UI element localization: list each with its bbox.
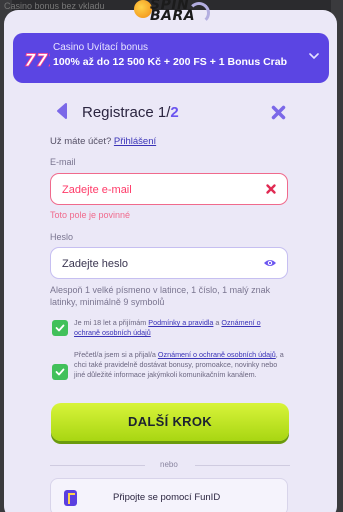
consent-marketing-before: Přečetl/a jsem si a přijal/a [74,350,158,359]
checkmark-icon [55,324,65,332]
password-label: Heslo [50,232,74,242]
funid-label: Připojte se pomocí FunID [113,492,221,503]
consent-terms-before: Je mi 18 let a přijímám [74,318,149,327]
slot-777-icon: 777 [24,51,50,72]
consent-terms-text: Je mi 18 let a přijímám Podmínky a pravi… [74,318,274,338]
chevron-down-icon[interactable] [309,51,319,61]
eye-icon[interactable] [263,258,277,268]
registration-modal: 777 Casino Uvítací bonus 100% až do 12 5… [4,10,337,512]
svg-text:777: 777 [24,51,50,71]
terms-link[interactable]: Podmínky a pravidla [148,318,213,327]
login-prompt-text: Už máte účet? [50,136,114,147]
logo-text-line2: BARA [150,8,196,24]
next-step-button[interactable]: DALŠÍ KROK [51,403,289,441]
email-input[interactable] [62,181,242,199]
funid-logo-icon [64,490,77,506]
logo-text: SPIN BARA [150,0,196,24]
checkmark-icon [55,368,65,376]
or-divider: nebo [50,460,290,470]
error-x-icon [266,184,276,194]
divider-label: nebo [160,460,178,469]
consent-checkbox-terms[interactable] [52,320,68,336]
email-error: Toto pole je povinné [50,210,131,220]
divider-line [50,465,145,466]
password-input[interactable] [62,255,242,273]
consent-checkbox-marketing[interactable] [52,364,68,380]
step-total: 2 [170,104,179,121]
divider-line [195,465,290,466]
login-link[interactable]: Přihlášení [114,136,156,147]
brand-logo: SPIN BARA [134,0,210,24]
consent-marketing-text: Přečetl/a jsem si a přijal/a Oznámení o … [74,350,286,380]
password-hint: Alespoň 1 velké písmeno v latince, 1 čís… [50,285,271,307]
funid-button[interactable]: Připojte se pomocí FunID [50,478,288,512]
email-label: E-mail [50,157,76,167]
back-arrow-icon[interactable] [55,102,69,120]
bonus-banner[interactable]: 777 Casino Uvítací bonus 100% až do 12 5… [13,33,329,83]
close-icon[interactable] [271,105,286,120]
page-title: Registrace 1/2 [82,104,179,121]
login-prompt: Už máte účet? Přihlášení [50,136,156,147]
password-field[interactable] [50,247,288,279]
step-current: 1 [157,104,167,121]
bonus-title: Casino Uvítací bonus [53,42,149,53]
title-text: Registrace [82,104,158,121]
privacy-link-marketing[interactable]: Oznámení o ochraně osobních údajů [158,350,276,359]
email-field[interactable] [50,173,288,205]
bonus-value: 100% až do 12 500 Kč + 200 FS + 1 Bonus … [53,56,288,68]
